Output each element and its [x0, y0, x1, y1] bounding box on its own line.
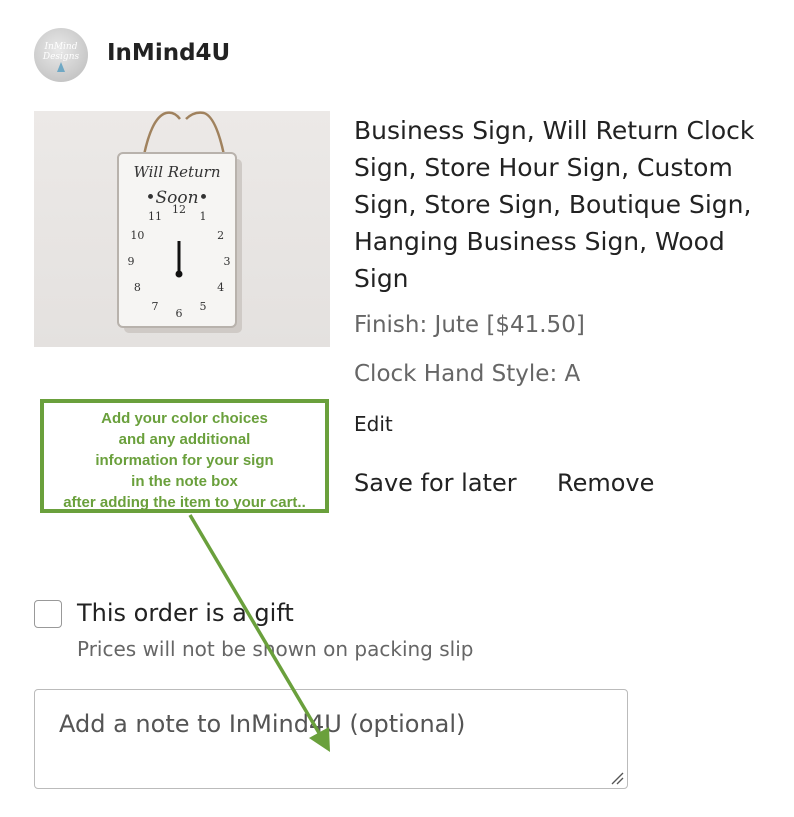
callout-line: information for your sign [95, 452, 274, 469]
variation-clock-hand-style: Clock Hand Style: A [354, 361, 581, 387]
shop-avatar[interactable]: InMind Designs [34, 28, 88, 82]
callout-line: Add your color choices [101, 410, 268, 427]
callout-line: after adding the item to your cart.. [63, 494, 306, 511]
avatar-logo-mark-icon [57, 62, 65, 72]
edit-variations-link[interactable]: Edit [354, 412, 393, 436]
callout-line: and any additional [118, 431, 251, 448]
clock-number: 3 [224, 255, 231, 268]
clock-number: 1 [200, 210, 207, 223]
remove-item-link[interactable]: Remove [557, 469, 654, 497]
gift-checkbox-label[interactable]: This order is a gift [77, 599, 294, 627]
product-title-line: Sign [354, 264, 409, 293]
clock-number: 7 [152, 300, 159, 313]
clock-number: 11 [148, 210, 162, 223]
clock-number: 12 [172, 203, 186, 216]
note-placeholder: Add a note to InMind4U (optional) [59, 710, 466, 738]
svg-text:Will Return: Will Return [133, 163, 220, 181]
product-title-link[interactable]: Business Sign, Will Return Clock Sign, S… [354, 112, 784, 297]
product-title-line: Sign, Store Hour Sign, Custom [354, 153, 733, 182]
callout-line: in the note box [131, 473, 238, 490]
clock-number: 6 [176, 307, 183, 320]
product-title-line: Business Sign, Will Return Clock [354, 116, 755, 145]
instruction-callout: Add your color choices and any additiona… [40, 399, 329, 513]
product-title-line: Hanging Business Sign, Wood [354, 227, 725, 256]
product-image[interactable]: Will Return •Soon• 12 1 2 3 4 5 6 7 8 9 10 11 [34, 111, 330, 347]
clock-number: 4 [217, 281, 224, 294]
sign-clock-illustration: Will Return •Soon• 121234567891011 [117, 111, 242, 333]
clock-number: 5 [200, 300, 207, 313]
clock-number: 9 [128, 255, 135, 268]
avatar-logo-text: InMind Designs [42, 42, 80, 62]
gift-checkbox[interactable] [34, 600, 62, 628]
save-for-later-link[interactable]: Save for later [354, 469, 517, 497]
clock-number: 8 [134, 281, 141, 294]
note-to-seller-textarea[interactable]: Add a note to InMind4U (optional) [34, 689, 628, 789]
gift-help-text: Prices will not be shown on packing slip [77, 637, 474, 661]
resize-handle-icon[interactable] [610, 771, 624, 785]
product-title-line: Sign, Store Sign, Boutique Sign, [354, 190, 752, 219]
variation-finish: Finish: Jute [$41.50] [354, 312, 585, 338]
shop-name-link[interactable]: InMind4U [107, 40, 230, 66]
clock-number: 2 [217, 229, 224, 242]
clock-number: 10 [130, 229, 144, 242]
